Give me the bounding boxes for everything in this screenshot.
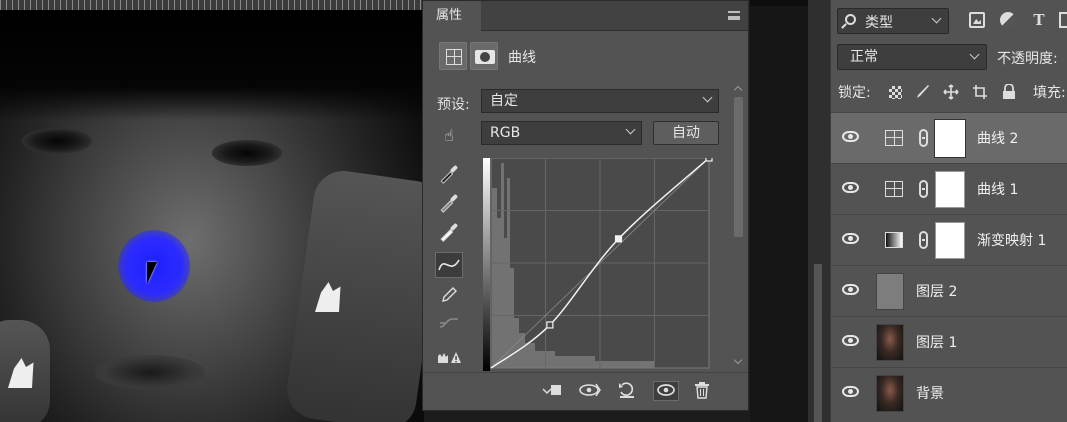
chevron-down-icon: [702, 92, 713, 103]
preset-select[interactable]: 自定: [481, 89, 719, 113]
filter-type-layers-icon[interactable]: T: [1031, 12, 1047, 28]
pencil-draw-icon[interactable]: [435, 282, 463, 308]
filter-shape-layers-icon[interactable]: [1059, 12, 1067, 28]
tab-properties[interactable]: 属性: [423, 1, 481, 31]
horizontal-ruler: [0, 0, 424, 10]
layer-name: 曲线 2: [977, 131, 1019, 147]
lock-transparent-pixels-icon[interactable]: [889, 86, 902, 99]
channel-select[interactable]: RGB: [481, 121, 642, 145]
visibility-eye-icon[interactable]: [842, 335, 859, 346]
properties-bottom-toolbar: [423, 372, 748, 410]
link-chain-icon[interactable]: [919, 180, 928, 198]
smooth-curve-icon[interactable]: [435, 310, 463, 336]
photo-lips: [95, 355, 205, 390]
layer-row[interactable]: 渐变映射 1: [831, 214, 1067, 265]
photo-hair-region: [0, 10, 424, 120]
adjustment-title: 曲线: [508, 50, 536, 66]
blend-mode-value: 正常: [850, 49, 878, 65]
white-point-eyedropper-icon[interactable]: [435, 219, 463, 245]
black-point-eyedropper-icon[interactable]: [435, 161, 463, 187]
layer-mask-icon[interactable]: [470, 42, 498, 70]
delete-trash-icon[interactable]: [691, 381, 713, 401]
layer-name: 图层 2: [916, 284, 958, 300]
preset-value: 自定: [490, 93, 518, 109]
layer-row[interactable]: 曲线 1: [831, 163, 1067, 214]
layer-thumbnail: [876, 375, 904, 412]
search-icon: [845, 14, 856, 25]
photo-left-eye: [22, 128, 92, 154]
filter-adjustment-layers-icon[interactable]: [1000, 12, 1016, 28]
curve-control-point[interactable]: [546, 321, 554, 329]
layer-thumbnail: [876, 273, 904, 310]
properties-scrollbar[interactable]: [732, 85, 745, 367]
auto-button[interactable]: 自动: [653, 121, 719, 145]
layer-row[interactable]: 曲线 2: [831, 112, 1067, 163]
preset-label: 预设:: [437, 97, 470, 113]
lock-all-icon[interactable]: [1001, 83, 1017, 100]
curve-control-point[interactable]: [614, 235, 623, 243]
curves-adjustment-icon[interactable]: [439, 42, 467, 70]
target-adjustment-hand-icon[interactable]: ☝: [435, 122, 463, 148]
layer-name: 背景: [916, 386, 944, 402]
clip-to-layer-icon[interactable]: [541, 381, 563, 401]
layer-name: 曲线 1: [977, 182, 1019, 198]
panel-menu-icon[interactable]: [728, 11, 740, 20]
chevron-down-icon: [931, 13, 942, 24]
curve-graph[interactable]: [483, 158, 732, 371]
view-previous-state-icon[interactable]: [578, 381, 601, 401]
workspace-gap: [750, 0, 808, 422]
visibility-eye-icon[interactable]: [842, 131, 859, 142]
properties-tabbar: 属性: [423, 1, 748, 31]
mouse-cursor-icon: [147, 262, 165, 284]
layer-name: 图层 1: [916, 335, 958, 351]
chevron-down-icon: [625, 124, 636, 135]
filter-pixel-layers-icon[interactable]: [969, 12, 985, 28]
layer-thumbnail: [876, 324, 904, 361]
layer-row[interactable]: 背景: [831, 367, 1067, 418]
edit-points-curve-icon[interactable]: [435, 252, 463, 278]
lock-position-icon[interactable]: [943, 84, 959, 100]
visibility-eye-icon[interactable]: [842, 233, 859, 244]
curves-adjustment-icon: [885, 130, 903, 146]
layer-mask-thumbnail[interactable]: [935, 222, 965, 259]
visibility-eye-icon[interactable]: [842, 284, 859, 295]
photo-right-hand: [283, 167, 424, 422]
curves-adjustment-icon: [885, 181, 903, 197]
layers-panel: 类型 T 正常 不透明度: 锁定: 填充: 曲线 2 曲线 1 渐变映射 1 图…: [830, 0, 1067, 422]
visibility-eye-icon[interactable]: [842, 386, 859, 397]
layer-row[interactable]: 图层 2: [831, 265, 1067, 316]
layer-filter-value: 类型: [865, 15, 893, 31]
chevron-down-icon: [969, 49, 980, 60]
layer-row[interactable]: 图层 1: [831, 316, 1067, 367]
output-gradient-bar: [483, 158, 490, 371]
toggle-visibility-icon[interactable]: [653, 381, 679, 401]
lock-image-pixels-icon[interactable]: [915, 84, 931, 100]
layer-mask-thumbnail[interactable]: [935, 171, 965, 208]
link-chain-icon[interactable]: [919, 231, 928, 249]
lock-artboard-icon[interactable]: [972, 84, 988, 100]
blend-mode-select[interactable]: 正常: [837, 44, 987, 70]
panel-dock-divider[interactable]: [808, 0, 830, 422]
visibility-eye-icon[interactable]: [842, 182, 859, 193]
properties-panel: 属性 曲线 预设: 自定 ☝ RGB 自动: [422, 0, 749, 411]
curve-control-point[interactable]: [705, 158, 713, 162]
document-canvas[interactable]: [0, 0, 424, 422]
channel-value: RGB: [490, 125, 521, 141]
link-chain-icon[interactable]: [919, 129, 928, 147]
lock-label: 锁定:: [838, 85, 871, 101]
layer-filter-select[interactable]: 类型: [837, 8, 949, 34]
scroll-up-icon[interactable]: [733, 85, 743, 95]
reset-icon[interactable]: [616, 381, 638, 401]
gray-point-eyedropper-icon[interactable]: [435, 190, 463, 216]
opacity-label: 不透明度:: [997, 51, 1058, 67]
scroll-thumb[interactable]: [734, 97, 743, 237]
gradient-map-adjustment-icon: [885, 232, 903, 248]
scroll-down-icon[interactable]: [733, 355, 743, 365]
layer-mask-thumbnail[interactable]: [935, 120, 965, 157]
layer-name: 渐变映射 1: [977, 233, 1047, 249]
clipping-warning-icon[interactable]: [435, 343, 463, 369]
photo-right-eye: [212, 140, 282, 166]
fill-label: 填充:: [1033, 85, 1066, 101]
